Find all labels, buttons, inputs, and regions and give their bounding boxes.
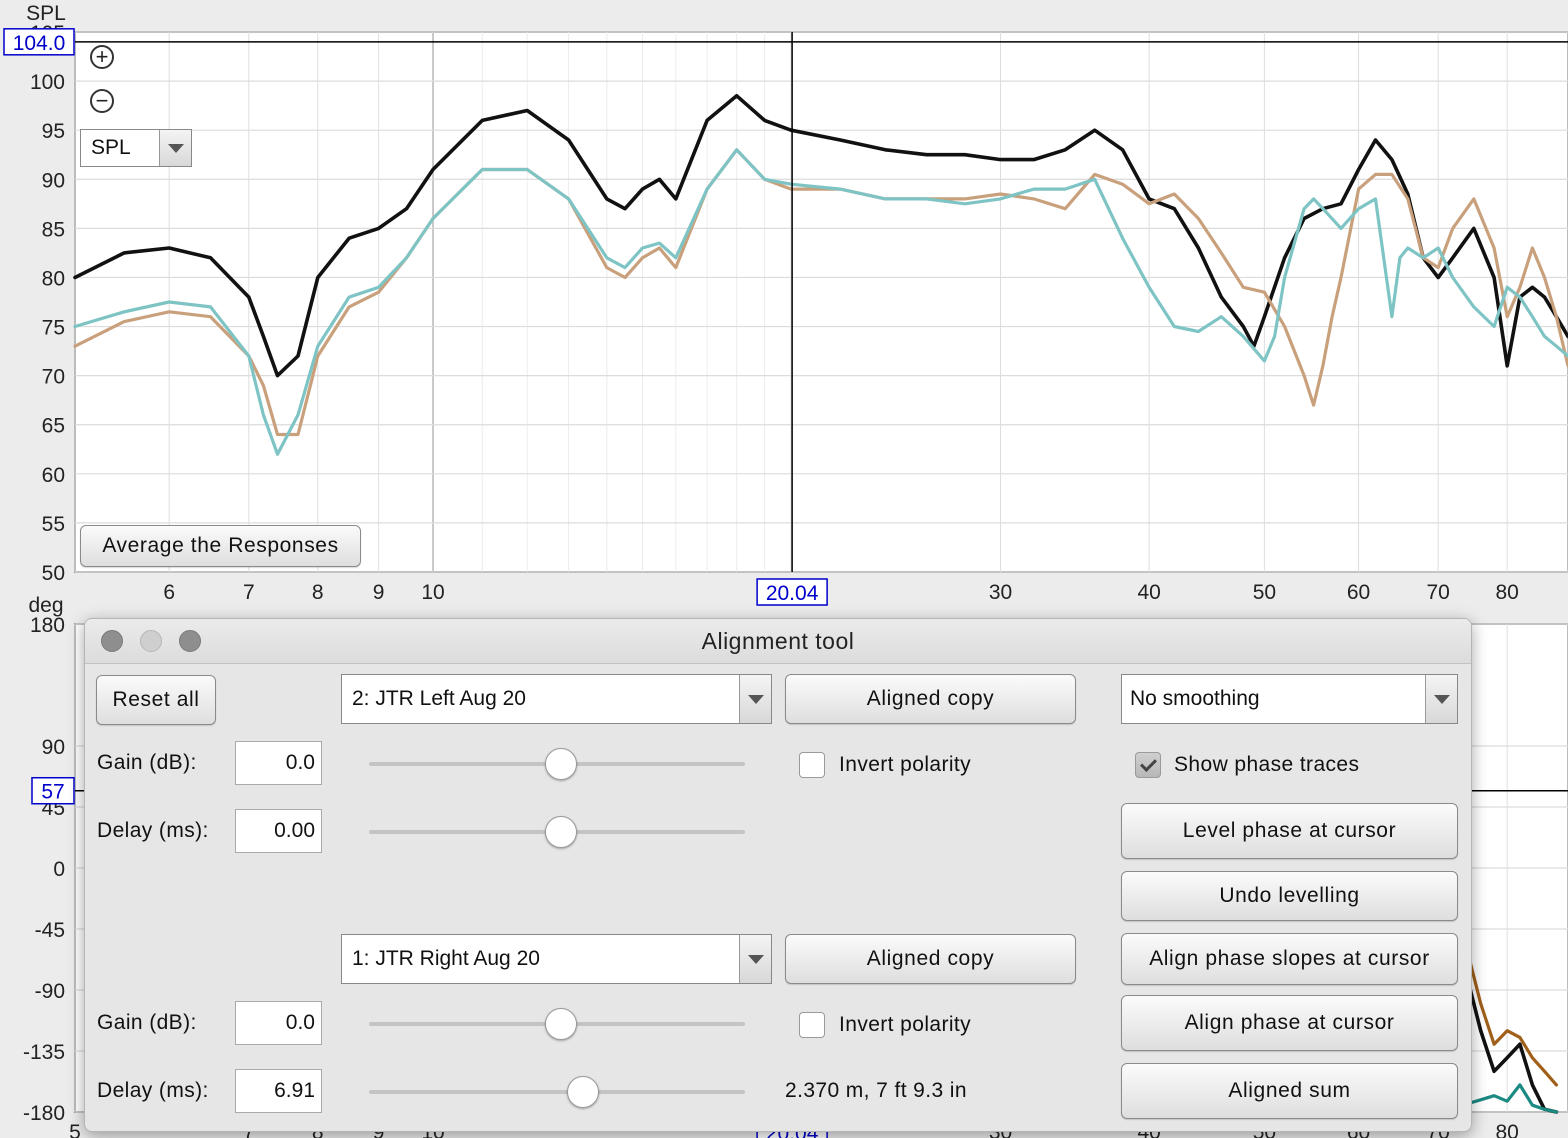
spl-x-tick-label: 10	[421, 581, 444, 604]
gain-2-label: Gain (dB):	[97, 1011, 197, 1034]
smoothing-select[interactable]: No smoothing	[1121, 674, 1458, 724]
graph-mode-value: SPL	[91, 136, 131, 159]
aligned-sum-button[interactable]: Aligned sum	[1121, 1063, 1458, 1119]
spl-x-tick-label: 80	[1495, 581, 1518, 604]
phase-cursor-y-readout: 57	[41, 781, 64, 804]
spl-y-tick-label: 90	[42, 169, 65, 192]
phase-y-tick-label: -45	[35, 919, 65, 942]
spl-x-tick-label: 30	[989, 581, 1012, 604]
dialog-title: Alignment tool	[701, 628, 855, 654]
spl-x-tick-label: 6	[163, 581, 175, 604]
spl-x-tick-label: 40	[1137, 581, 1160, 604]
delay-1-slider-knob[interactable]	[544, 816, 577, 848]
zoom-out-icon[interactable]: −	[90, 89, 114, 113]
phase-y-tick-label: 0	[53, 858, 65, 881]
measurement-1-value: 2: JTR Left Aug 20	[352, 687, 526, 710]
phase-y-tick-label: -90	[35, 980, 65, 1003]
smoothing-value: No smoothing	[1130, 687, 1260, 710]
gain-1-slider-knob[interactable]	[544, 748, 577, 780]
spl-y-tick-label: 60	[42, 464, 65, 487]
phase-y-tick-label: -180	[23, 1102, 65, 1125]
zoom-in-icon[interactable]: +	[90, 45, 114, 69]
delay-2-slider-track[interactable]	[369, 1090, 745, 1094]
invert-polarity-2-label: Invert polarity	[839, 1013, 972, 1036]
delay-1-label: Delay (ms):	[97, 819, 209, 842]
spl-y-tick-label: 50	[42, 562, 65, 585]
spl-graph[interactable]: 1051009590858075706560555067891030405060…	[3, 2, 1568, 606]
level-phase-button[interactable]: Level phase at cursor	[1121, 803, 1458, 859]
spl-y-tick-label: 65	[42, 415, 65, 438]
invert-polarity-2-checkbox[interactable]	[799, 1012, 825, 1038]
phase-y-axis-label: deg	[28, 594, 63, 617]
dropdown-arrow-icon	[159, 130, 191, 166]
show-phase-traces-checkbox[interactable]	[1135, 752, 1161, 778]
delay-2-slider-knob[interactable]	[567, 1076, 600, 1108]
spl-plot-area[interactable]	[74, 31, 1568, 573]
invert-polarity-1-label: Invert polarity	[839, 753, 972, 776]
spl-y-tick-label: 55	[42, 513, 65, 536]
distance-readout: 2.370 m, 7 ft 9.3 in	[785, 1079, 967, 1102]
dialog-titlebar[interactable]: Alignment tool	[85, 619, 1471, 664]
spl-cursor-y-readout: 104.0	[13, 32, 66, 55]
delay-2-field[interactable]: 6.91	[235, 1069, 322, 1113]
show-phase-traces-label: Show phase traces	[1174, 753, 1360, 776]
invert-polarity-1-checkbox[interactable]	[799, 752, 825, 778]
aligned-copy-2-button[interactable]: Aligned copy	[785, 934, 1076, 984]
spl-y-tick-label: 95	[42, 120, 65, 143]
spl-y-tick-label: 70	[42, 366, 65, 389]
graph-mode-select[interactable]: SPL	[80, 129, 192, 167]
measurement-2-select[interactable]: 1: JTR Right Aug 20	[341, 934, 772, 984]
gain-2-field[interactable]: 0.0	[235, 1001, 322, 1045]
measurement-2-value: 1: JTR Right Aug 20	[352, 947, 540, 970]
dropdown-arrow-icon	[739, 935, 771, 983]
align-phase-slopes-button[interactable]: Align phase slopes at cursor	[1121, 933, 1458, 985]
gain-1-field[interactable]: 0.0	[235, 741, 322, 785]
spl-x-tick-label: 7	[243, 581, 255, 604]
phase-x-tick-label: 80	[1495, 1121, 1518, 1138]
gain-2-slider-knob[interactable]	[544, 1008, 577, 1040]
spl-y-tick-label: 100	[30, 71, 65, 94]
spl-cursor-x-readout: 20.04	[766, 582, 819, 605]
delay-2-label: Delay (ms):	[97, 1079, 209, 1102]
phase-x-tick-label: 5	[69, 1121, 81, 1138]
spl-x-tick-label: 70	[1427, 581, 1450, 604]
spl-x-tick-label: 60	[1347, 581, 1370, 604]
spl-x-tick-label: 9	[373, 581, 385, 604]
average-responses-button[interactable]: Average the Responses	[80, 525, 361, 567]
spl-x-tick-label: 8	[312, 581, 324, 604]
gain-1-label: Gain (dB):	[97, 751, 197, 774]
spl-y-tick-label: 75	[42, 317, 65, 340]
spl-y-tick-label: 80	[42, 267, 65, 290]
delay-1-field[interactable]: 0.00	[235, 809, 322, 853]
spl-y-axis-label: SPL	[26, 2, 66, 25]
dropdown-arrow-icon	[1425, 675, 1457, 723]
spl-y-tick-label: 85	[42, 218, 65, 241]
phase-y-tick-label: 90	[42, 736, 65, 759]
undo-levelling-button[interactable]: Undo levelling	[1121, 871, 1458, 921]
alignment-tool-dialog: Alignment tool Reset all 2: JTR Left Aug…	[84, 618, 1472, 1132]
phase-y-tick-label: 180	[30, 614, 65, 637]
reset-all-button[interactable]: Reset all	[96, 675, 216, 725]
measurement-1-select[interactable]: 2: JTR Left Aug 20	[341, 674, 772, 724]
align-phase-button[interactable]: Align phase at cursor	[1121, 995, 1458, 1051]
aligned-copy-1-button[interactable]: Aligned copy	[785, 674, 1076, 724]
phase-y-tick-label: -135	[23, 1041, 65, 1064]
spl-x-tick-label: 50	[1253, 581, 1276, 604]
dropdown-arrow-icon	[739, 675, 771, 723]
